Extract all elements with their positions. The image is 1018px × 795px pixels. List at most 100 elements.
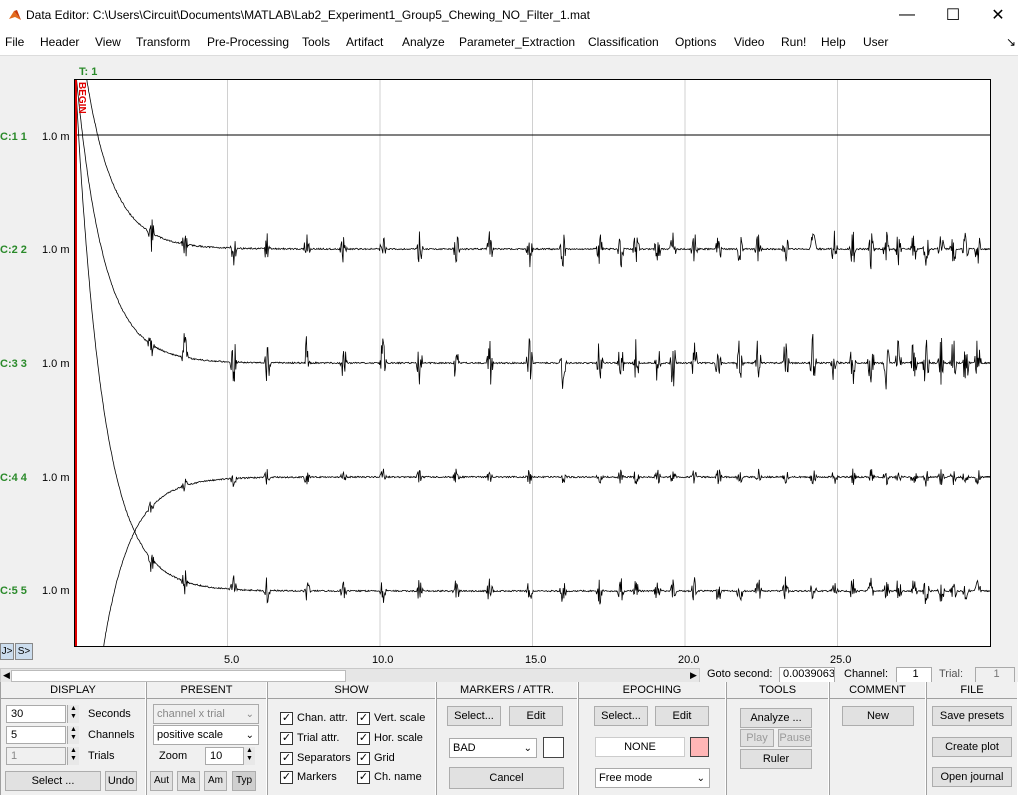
comment-panel: COMMENT New [829, 682, 926, 795]
comment-new-button[interactable]: New [842, 706, 914, 726]
ch-name-label: Ch. name [374, 771, 422, 783]
present-mode-select[interactable]: channel x trial ⌄ [153, 704, 259, 724]
save-presets-button[interactable]: Save presets [932, 706, 1012, 726]
file-header: FILE [927, 682, 1017, 699]
marker-color-swatch[interactable] [543, 737, 564, 758]
trial-attr-checkbox[interactable]: ✓ [280, 732, 293, 745]
create-plot-button[interactable]: Create plot [932, 737, 1012, 757]
amplitude-scale-button[interactable]: Am [204, 771, 227, 791]
ruler-button[interactable]: Ruler [740, 749, 812, 769]
chevron-down-icon: ⌄ [245, 709, 254, 720]
vert-scale-checkbox[interactable]: ✓ [357, 712, 370, 725]
menu-header[interactable]: Header [40, 35, 79, 49]
markers-panel: MARKERS / ATTR. Select... Edit BAD ⌄ Canc… [436, 682, 578, 795]
seconds-spinner-icon[interactable]: ▲ ▼ [67, 705, 79, 723]
epoching-select-button[interactable]: Select... [594, 706, 648, 726]
zoom-spinner-icon[interactable]: ▲ ▼ [243, 747, 255, 765]
menu-video[interactable]: Video [734, 35, 764, 49]
jump-button[interactable]: J> [0, 643, 14, 660]
channel-label-1: C:1 1 [0, 131, 27, 143]
hor-scale-label: Hor. scale [374, 732, 423, 744]
play-button[interactable]: Play [740, 729, 774, 747]
menu-file[interactable]: File [5, 35, 24, 49]
scroll-left-icon[interactable]: ◀ [3, 670, 10, 681]
present-mode-value: channel x trial [157, 708, 225, 720]
open-journal-button[interactable]: Open journal [932, 767, 1012, 787]
menu-analyze[interactable]: Analyze [402, 35, 445, 49]
max-scale-button[interactable]: Ma [177, 771, 200, 791]
channel-scale-1: 1.0 m [42, 131, 70, 143]
seconds-input[interactable]: 30 [6, 705, 66, 723]
chan-attr-checkbox[interactable]: ✓ [280, 712, 293, 725]
separators-checkbox[interactable]: ✓ [280, 752, 293, 765]
menu-options[interactable]: Options [675, 35, 716, 49]
markers-header: MARKERS / ATTR. [437, 682, 577, 699]
step-button[interactable]: S> [15, 643, 33, 660]
scroll-right-icon[interactable]: ▶ [690, 670, 697, 681]
chevron-down-icon: ⌄ [696, 773, 705, 784]
menu-help[interactable]: Help [821, 35, 846, 49]
markers-checkbox[interactable]: ✓ [280, 771, 293, 784]
ch-name-checkbox[interactable]: ✓ [357, 771, 370, 784]
channels-spinner-icon[interactable]: ▲ ▼ [67, 726, 79, 744]
auto-scale-button[interactable]: Aut [150, 771, 173, 791]
markers-select-button[interactable]: Select... [447, 706, 501, 726]
zoom-label: Zoom [159, 750, 188, 762]
present-header: PRESENT [147, 682, 266, 699]
tools-header: TOOLS [727, 682, 828, 699]
hor-scale-checkbox[interactable]: ✓ [357, 732, 370, 745]
menu-user[interactable]: User [863, 35, 888, 49]
undo-button[interactable]: Undo [105, 771, 137, 791]
menu-parameter-extraction[interactable]: Parameter_Extraction [459, 35, 575, 49]
chan-attr-label: Chan. attr. [297, 712, 348, 724]
scale-select[interactable]: positive scale ⌄ [153, 725, 259, 745]
menu-preprocessing[interactable]: Pre-Processing [207, 35, 289, 49]
tools-panel: TOOLS Analyze ... Play Pause Ruler [726, 682, 829, 795]
trials-input[interactable]: 1 [6, 747, 66, 765]
dock-arrow-icon[interactable]: ↘ [1006, 35, 1016, 49]
menu-run[interactable]: Run! [781, 35, 806, 49]
close-button[interactable]: ✕ [975, 0, 1018, 30]
grid-checkbox[interactable]: ✓ [357, 752, 370, 765]
markers-label: Markers [297, 771, 337, 783]
menu-view[interactable]: View [95, 35, 121, 49]
menu-classification[interactable]: Classification [588, 35, 659, 49]
zoom-input[interactable]: 10 [205, 747, 245, 765]
grid-label: Grid [374, 752, 395, 764]
maximize-button[interactable]: ☐ [930, 0, 976, 30]
epoch-color-swatch[interactable] [690, 737, 709, 757]
menu-transform[interactable]: Transform [136, 35, 190, 49]
trial-label-nav: Trial: [939, 668, 964, 680]
channel-scale-2: 1.0 m [42, 244, 70, 256]
goto-second-label: Goto second: [707, 668, 773, 680]
chevron-down-icon: ⌄ [523, 743, 532, 754]
markers-edit-button[interactable]: Edit [509, 706, 563, 726]
x-tick-10: 10.0 [372, 654, 394, 666]
minimize-button[interactable]: — [884, 0, 930, 30]
channels-input[interactable]: 5 [6, 726, 66, 744]
channel-label-2: C:2 2 [0, 244, 27, 256]
display-select-button[interactable]: Select ... [5, 771, 101, 791]
channel-label: Channel: [844, 668, 889, 680]
markers-cancel-button[interactable]: Cancel [449, 767, 564, 789]
horizontal-scrollbar[interactable]: ◀ ▶ [0, 668, 700, 683]
trial-label: T: 1 [79, 66, 98, 78]
epoching-edit-button[interactable]: Edit [655, 706, 709, 726]
trials-label: Trials [88, 750, 115, 762]
menu-bar: File Header View Transform Pre-Processin… [0, 30, 1018, 56]
epoch-mode-value: Free mode [599, 772, 653, 784]
analyze-button[interactable]: Analyze ... [740, 708, 812, 728]
menu-tools[interactable]: Tools [302, 35, 330, 49]
marker-type-select[interactable]: BAD ⌄ [449, 738, 537, 758]
scroll-thumb[interactable] [11, 670, 346, 682]
signal-plot[interactable]: BEGIN [74, 79, 991, 647]
menu-artifact[interactable]: Artifact [346, 35, 383, 49]
seconds-label: Seconds [88, 708, 131, 720]
epoch-mode-select[interactable]: Free mode ⌄ [595, 768, 710, 788]
typ-scale-button[interactable]: Typ [232, 771, 256, 791]
x-tick-20: 20.0 [678, 654, 700, 666]
trials-spinner-icon[interactable]: ▲ ▼ [67, 747, 79, 765]
channel-scale-4: 1.0 m [42, 472, 70, 484]
begin-marker-label: BEGIN [76, 82, 87, 114]
pause-button[interactable]: Pause [778, 729, 812, 747]
